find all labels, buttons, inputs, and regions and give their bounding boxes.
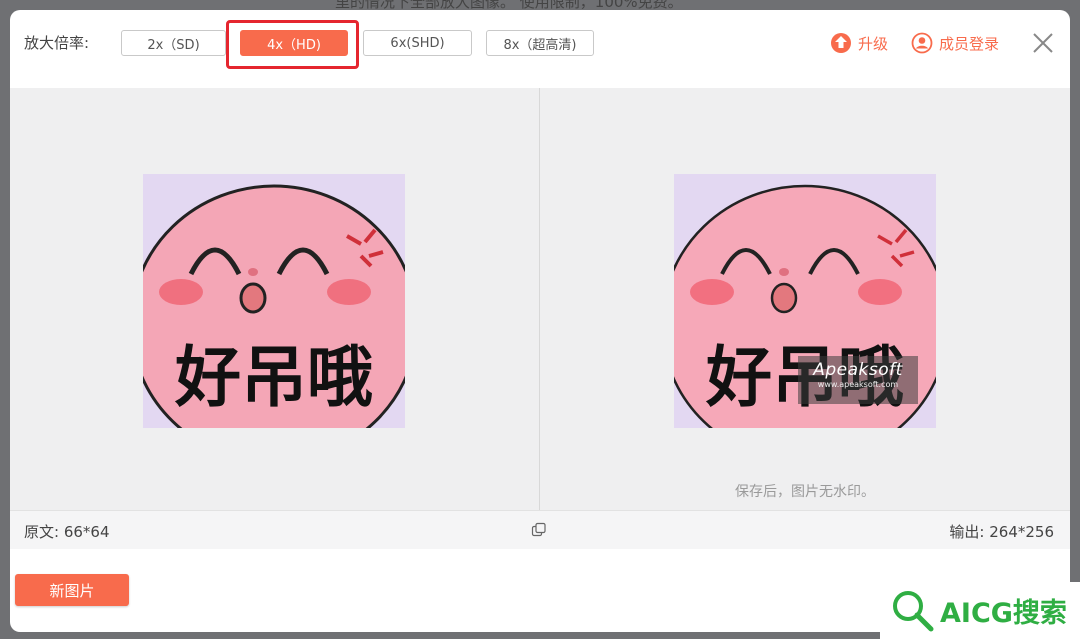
sticker-text: 好吊哦 <box>174 339 373 416</box>
scale-toolbar: 放大倍率: 2x（SD) 4x（HD) 6x(SHD) 8x（超高清) 升级 成… <box>10 10 1070 88</box>
member-login-label: 成员登录 <box>939 34 1000 53</box>
watermark-name: Apeaksoft <box>813 360 903 380</box>
scale-option-2x[interactable]: 2x（SD) <box>121 30 226 56</box>
preview-divider <box>539 88 540 510</box>
upscale-dialog: 放大倍率: 2x（SD) 4x（HD) 6x(SHD) 8x（超高清) 升级 成… <box>10 10 1070 632</box>
output-image: 好吊哦 Apeaksoft www.apeaksoft.com <box>674 174 936 428</box>
apeaksoft-watermark: Apeaksoft www.apeaksoft.com <box>798 356 918 404</box>
magnifier-icon <box>893 590 934 631</box>
up-arrow-circle-icon <box>831 33 851 53</box>
compare-icon[interactable] <box>531 522 547 538</box>
scale-option-4x[interactable]: 4x（HD) <box>240 30 348 56</box>
output-size-label: 输出: 264*256 <box>949 523 1054 541</box>
scale-option-6x[interactable]: 6x(SHD) <box>363 30 472 56</box>
member-login-button[interactable]: 成员登录 <box>911 32 999 54</box>
original-size-label: 原文: 66*64 <box>24 523 110 541</box>
upgrade-label: 升级 <box>858 34 889 53</box>
watermark-url: www.apeaksoft.com <box>817 380 899 389</box>
scale-option-8x[interactable]: 8x（超高清) <box>486 30 594 56</box>
close-icon[interactable] <box>1032 32 1054 54</box>
info-bar: 原文: 66*64 输出: 264*256 <box>10 510 1070 549</box>
scale-label: 放大倍率: <box>24 34 90 52</box>
original-image: 好吊哦 <box>143 174 405 428</box>
save-note: 保存后，图片无水印。 <box>735 484 875 500</box>
preview-area: 好吊哦 好吊哦 Apeaksoft www.apeaksoft.com <box>10 88 1070 510</box>
sticker-image-original: 好吊哦 <box>143 174 405 428</box>
aicg-watermark: AICG搜索 <box>880 582 1080 639</box>
new-image-button[interactable]: 新图片 <box>15 574 129 606</box>
aicg-text: AICG搜索 <box>940 598 1067 629</box>
user-circle-icon <box>911 32 933 54</box>
upgrade-button[interactable]: 升级 <box>830 32 888 54</box>
